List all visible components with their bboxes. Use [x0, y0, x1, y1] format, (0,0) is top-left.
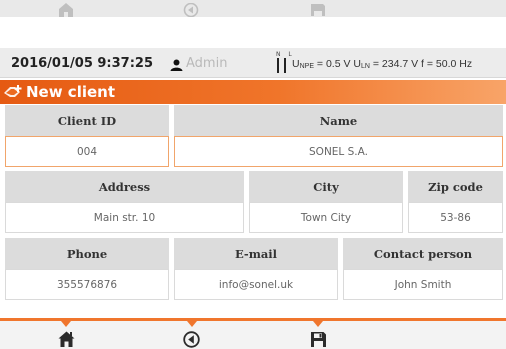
- datetime: 2016/01/05 9:37:25: [11, 56, 154, 71]
- measurement-readout: UNPE = 0.5 V ULN = 234.7 V f = 50.0 Hz: [292, 58, 473, 70]
- toolbar-marker: [61, 321, 71, 327]
- home-icon: [57, 2, 75, 21]
- back-icon[interactable]: [183, 331, 200, 349]
- user-name: Admin: [186, 56, 228, 71]
- zip-code-label: Zip code: [408, 171, 503, 202]
- name-field[interactable]: SONEL S.A.: [174, 136, 503, 167]
- page-title: New client: [26, 83, 116, 101]
- status-bar: 2016/01/05 9:37:25 Admin N L UNPE = 0.5 …: [0, 48, 506, 78]
- client-id-label: Client ID: [5, 105, 169, 136]
- bottom-toolbar: [0, 318, 506, 349]
- toolbar-marker: [187, 321, 197, 327]
- title-bar: New client: [0, 80, 506, 104]
- client-id-field[interactable]: 004: [5, 136, 169, 167]
- home-icon[interactable]: [57, 331, 76, 349]
- phone-label: Phone: [5, 238, 169, 269]
- address-field[interactable]: Main str. 10: [5, 202, 244, 233]
- back-icon: [183, 2, 199, 21]
- email-label: E-mail: [174, 238, 338, 269]
- save-icon[interactable]: [310, 331, 327, 349]
- zip-code-field[interactable]: 53-86: [408, 202, 503, 233]
- phone-field[interactable]: 355576876: [5, 269, 169, 300]
- address-label: Address: [5, 171, 244, 202]
- toolbar-marker: [313, 321, 323, 327]
- city-label: City: [249, 171, 403, 202]
- name-label: Name: [174, 105, 503, 136]
- user-icon: [170, 56, 183, 75]
- add-client-icon: [3, 84, 25, 105]
- plug-icon: [276, 52, 288, 78]
- city-field[interactable]: Town City: [249, 202, 403, 233]
- contact-person-label: Contact person: [343, 238, 503, 269]
- save-icon: [310, 2, 326, 21]
- contact-person-field[interactable]: John Smith: [343, 269, 503, 300]
- email-field[interactable]: info@sonel.uk: [174, 269, 338, 300]
- top-toolbar-faded: [0, 0, 506, 18]
